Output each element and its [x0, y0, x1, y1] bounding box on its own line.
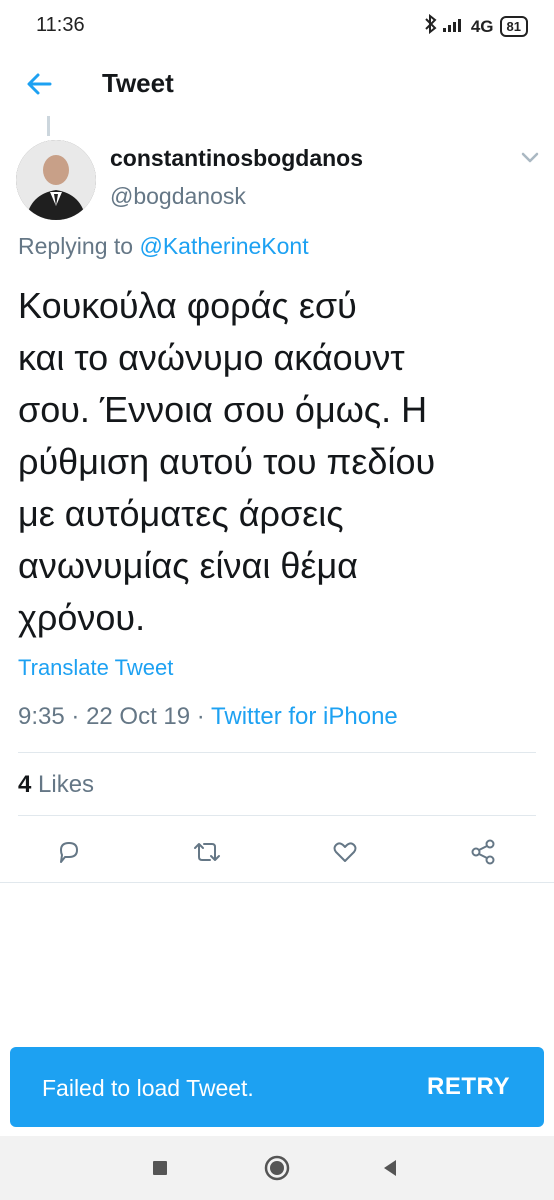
share-icon	[471, 839, 495, 865]
author-handle[interactable]: @bogdanosk	[110, 183, 246, 210]
tweet-text-line: χρόνου.	[18, 597, 146, 638]
meta-separator: ·	[71, 703, 80, 730]
tweet-actions	[0, 830, 554, 874]
replying-prefix: Replying to	[18, 233, 134, 259]
app-bar: Tweet	[0, 52, 554, 116]
network-type: 4G	[470, 16, 494, 36]
tweet-text: Κουκούλα φοράς εσύ και το ανώνυμο ακάουν…	[18, 280, 538, 644]
thread-line	[47, 116, 50, 136]
tweet-text-line: ανωνυμίας είναι θέμα	[18, 545, 358, 586]
back-button[interactable]	[20, 64, 60, 104]
tweet-text-line: και το ανώνυμο ακάουντ	[18, 337, 405, 378]
reply-button[interactable]	[47, 830, 91, 874]
status-bar: 11:36 4G 81	[0, 0, 554, 52]
tweet-text-line: Κουκούλα φοράς εσύ	[18, 285, 357, 326]
translate-tweet-link[interactable]: Translate Tweet	[18, 655, 173, 681]
status-icons: 4G 81	[425, 13, 528, 39]
arrow-left-icon	[27, 73, 52, 95]
bluetooth-icon	[425, 13, 437, 39]
replying-to-link[interactable]: @KatherineKont	[139, 233, 308, 259]
snackbar-message: Failed to load Tweet.	[42, 1075, 254, 1101]
divider	[18, 815, 536, 816]
tweet-text-line: ρύθμιση αυτού του πεδίου	[18, 441, 436, 482]
battery-indicator: 81	[499, 16, 528, 37]
chevron-down-icon	[521, 152, 539, 163]
likes-count[interactable]: 4 Likes	[18, 771, 94, 799]
retweet-button[interactable]	[185, 830, 229, 874]
retweet-icon	[194, 843, 220, 861]
replying-to: Replying to @KatherineKont	[18, 233, 309, 260]
author-display-name[interactable]: constantinosbogdanos	[110, 145, 363, 172]
reply-icon	[60, 842, 78, 863]
back-nav-button[interactable]	[376, 1154, 404, 1182]
home-circle-icon	[264, 1155, 290, 1181]
meta-separator: ·	[196, 703, 205, 730]
square-icon	[153, 1161, 167, 1175]
signal-icon	[442, 16, 465, 37]
error-snackbar: Failed to load Tweet. RETRY	[10, 1047, 544, 1127]
system-nav-bar	[0, 1136, 554, 1200]
divider	[18, 752, 536, 753]
tweet-text-line: με αυτόματες άρσεις	[18, 493, 344, 534]
recents-button[interactable]	[146, 1154, 174, 1182]
tweet-source-link[interactable]: Twitter for iPhone	[211, 703, 398, 730]
tweet-menu-button[interactable]	[518, 150, 542, 166]
tweet-time: 9:35	[18, 703, 65, 730]
status-time: 11:36	[36, 14, 85, 36]
share-button[interactable]	[461, 830, 505, 874]
likes-label: Likes	[38, 771, 95, 798]
retry-button[interactable]: RETRY	[427, 1073, 510, 1101]
tweet-text-line: σου. Έννοια σου όμως. Η	[18, 389, 428, 430]
home-button[interactable]	[263, 1154, 291, 1182]
heart-icon	[333, 842, 357, 862]
tweet-meta: 9:35 · 22 Oct 19 · Twitter for iPhone	[18, 703, 398, 731]
triangle-back-icon	[384, 1160, 396, 1176]
like-button[interactable]	[323, 830, 367, 874]
tweet-date: 22 Oct 19	[86, 703, 191, 730]
likes-number: 4	[18, 771, 32, 798]
avatar[interactable]	[16, 140, 96, 220]
divider	[0, 882, 554, 883]
page-title: Tweet	[102, 68, 174, 98]
